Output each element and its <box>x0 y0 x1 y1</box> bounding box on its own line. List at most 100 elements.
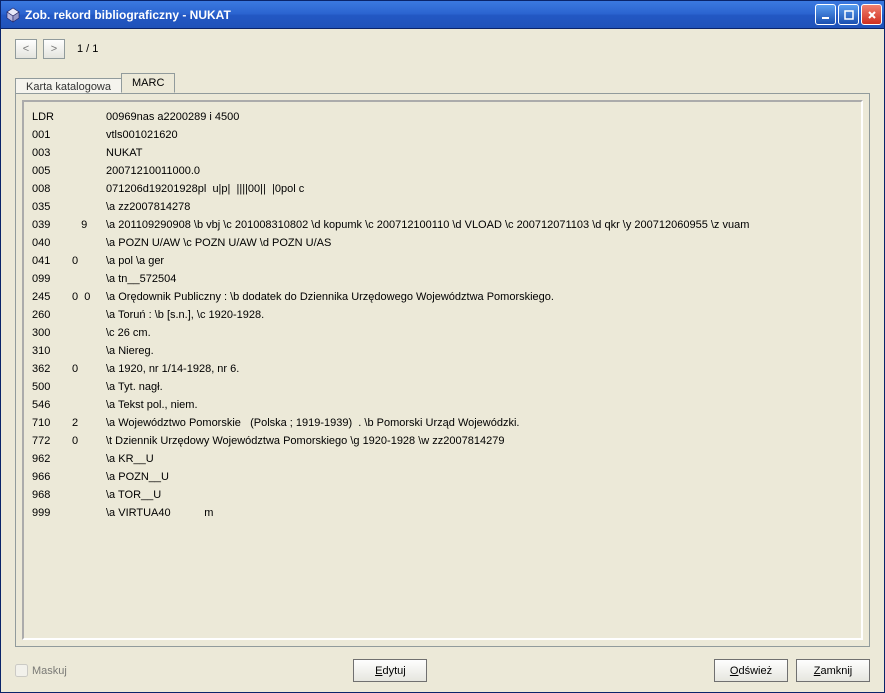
marc-value: \c 26 cm. <box>106 324 853 342</box>
record-counter: 1 / 1 <box>77 43 98 55</box>
minimize-icon <box>821 10 831 20</box>
marc-value: \a POZN__U <box>106 468 853 486</box>
marc-indicators: 0 <box>72 252 106 270</box>
marc-value: \a 201109290908 \b vbj \c 201008310802 \… <box>106 216 853 234</box>
marc-value: NUKAT <box>106 144 853 162</box>
close-window-button[interactable]: Zamknij <box>796 659 870 682</box>
marc-tag: 968 <box>32 486 72 504</box>
marc-tag: 041 <box>32 252 72 270</box>
marc-value: \a Tyt. nagł. <box>106 378 853 396</box>
marc-tag: 710 <box>32 414 72 432</box>
edit-button[interactable]: Edytuj <box>353 659 427 682</box>
marc-value: 20071210011000.0 <box>106 162 853 180</box>
marc-tag: LDR <box>32 108 72 126</box>
marc-row: LDR 00969nas a2200289 i 4500 <box>32 108 853 126</box>
marc-row: 099 \a tn__572504 <box>32 270 853 288</box>
marc-row: 968 \a TOR__U <box>32 486 853 504</box>
close-button[interactable] <box>861 4 882 25</box>
marc-tag: 005 <box>32 162 72 180</box>
marc-indicators: 0 <box>72 360 106 378</box>
app-icon <box>5 7 21 23</box>
marc-value: \a KR__U <box>106 450 853 468</box>
titlebar: Zob. rekord bibliograficzny - NUKAT <box>1 1 884 29</box>
mask-checkbox-wrap: Maskuj <box>15 664 67 677</box>
marc-row: 310 \a Niereg. <box>32 342 853 360</box>
marc-tag: 003 <box>32 144 72 162</box>
marc-value: \a POZN U/AW \c POZN U/AW \d POZN U/AS <box>106 234 853 252</box>
marc-record-panel: LDR 00969nas a2200289 i 4500 001 vtls001021… <box>22 100 863 640</box>
marc-row: 500 \a Tyt. nagł. <box>32 378 853 396</box>
marc-row: 001 vtls001021620 <box>32 126 853 144</box>
marc-tag: 260 <box>32 306 72 324</box>
marc-value: \a 1920, nr 1/14-1928, nr 6. <box>106 360 853 378</box>
marc-value: \a Toruń : \b [s.n.], \c 1920-1928. <box>106 306 853 324</box>
marc-value: \a pol \a ger <box>106 252 853 270</box>
marc-row: 003 NUKAT <box>32 144 853 162</box>
refresh-button[interactable]: Odśwież <box>714 659 788 682</box>
marc-row: 7102\a Województwo Pomorskie (Polska ; 1… <box>32 414 853 432</box>
close-icon <box>867 10 877 20</box>
window-title: Zob. rekord bibliograficzny - NUKAT <box>25 8 815 22</box>
marc-indicators: 9 <box>72 216 106 234</box>
marc-tag: 966 <box>32 468 72 486</box>
marc-value: \a Województwo Pomorskie (Polska ; 1919-… <box>106 414 853 432</box>
marc-row: 035 \a zz2007814278 <box>32 198 853 216</box>
marc-indicators: 0 <box>72 432 106 450</box>
marc-tag: 772 <box>32 432 72 450</box>
marc-tag: 099 <box>32 270 72 288</box>
tabs: Karta katalogowa MARC <box>1 71 884 93</box>
marc-value: 071206d19201928pl u|p| ||||00|| |0pol c <box>106 180 853 198</box>
next-record-button[interactable]: > <box>43 39 65 59</box>
marc-row: 999 \a VIRTUA40 m <box>32 504 853 522</box>
marc-tag: 362 <box>32 360 72 378</box>
marc-indicators: 0 0 <box>72 288 106 306</box>
marc-value: \a VIRTUA40 m <box>106 504 853 522</box>
marc-tag: 001 <box>32 126 72 144</box>
marc-value: \t Dziennik Urzędowy Województwa Pomorsk… <box>106 432 853 450</box>
marc-value: \a Orędownik Publiczny : \b dodatek do D… <box>106 288 853 306</box>
marc-tag: 039 <box>32 216 72 234</box>
marc-row: 260 \a Toruń : \b [s.n.], \c 1920-1928. <box>32 306 853 324</box>
marc-tag: 300 <box>32 324 72 342</box>
marc-tag: 546 <box>32 396 72 414</box>
right-buttons: Odśwież Zamknij <box>714 659 870 682</box>
marc-tag: 008 <box>32 180 72 198</box>
minimize-button[interactable] <box>815 4 836 25</box>
marc-tag: 245 <box>32 288 72 306</box>
nav-toolbar: < > 1 / 1 <box>1 29 884 65</box>
marc-tag: 962 <box>32 450 72 468</box>
marc-row: 2450 0\a Orędownik Publiczny : \b dodate… <box>32 288 853 306</box>
marc-value: vtls001021620 <box>106 126 853 144</box>
marc-tag: 040 <box>32 234 72 252</box>
mask-label: Maskuj <box>32 665 67 677</box>
marc-value: \a tn__572504 <box>106 270 853 288</box>
marc-row: 3620\a 1920, nr 1/14-1928, nr 6. <box>32 360 853 378</box>
marc-value: \a TOR__U <box>106 486 853 504</box>
marc-row: 300 \c 26 cm. <box>32 324 853 342</box>
marc-value: 00969nas a2200289 i 4500 <box>106 108 853 126</box>
marc-row: 7720\t Dziennik Urzędowy Województwa Pom… <box>32 432 853 450</box>
marc-row: 008 071206d19201928pl u|p| ||||00|| |0pol… <box>32 180 853 198</box>
marc-row: 040 \a POZN U/AW \c POZN U/AW \d POZN U/A… <box>32 234 853 252</box>
tab-panel: LDR 00969nas a2200289 i 4500 001 vtls001021… <box>15 93 870 647</box>
marc-tag: 500 <box>32 378 72 396</box>
maximize-button[interactable] <box>838 4 859 25</box>
marc-row: 966 \a POZN__U <box>32 468 853 486</box>
mask-checkbox <box>15 664 28 677</box>
marc-indicators: 2 <box>72 414 106 432</box>
app-window: Zob. rekord bibliograficzny - NUKAT < > … <box>0 0 885 693</box>
maximize-icon <box>844 10 854 20</box>
marc-row: 962 \a KR__U <box>32 450 853 468</box>
marc-value: \a Tekst pol., niem. <box>106 396 853 414</box>
marc-row: 039 9\a 201109290908 \b vbj \c 201008310… <box>32 216 853 234</box>
marc-tag: 035 <box>32 198 72 216</box>
marc-tag: 999 <box>32 504 72 522</box>
prev-record-button[interactable]: < <box>15 39 37 59</box>
marc-value: \a Niereg. <box>106 342 853 360</box>
marc-tag: 310 <box>32 342 72 360</box>
marc-row: 005 20071210011000.0 <box>32 162 853 180</box>
marc-row: 546 \a Tekst pol., niem. <box>32 396 853 414</box>
marc-value: \a zz2007814278 <box>106 198 853 216</box>
tab-marc[interactable]: MARC <box>121 73 175 93</box>
bottom-toolbar: Maskuj Edytuj Odśwież Zamknij <box>1 651 884 692</box>
